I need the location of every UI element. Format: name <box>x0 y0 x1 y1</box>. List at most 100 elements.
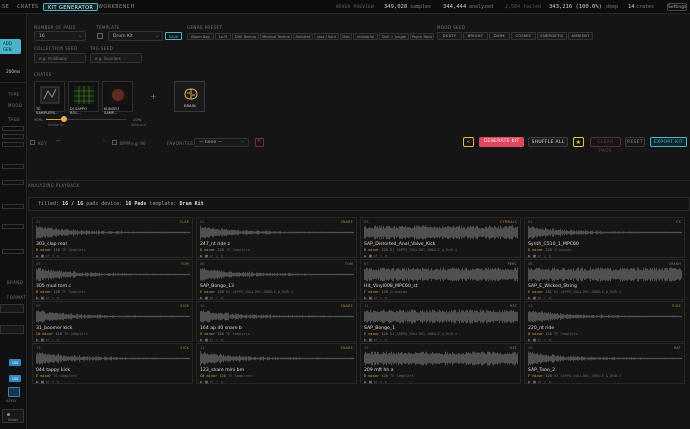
tab-kit-generator[interactable]: KIT GENERATOR <box>43 3 99 11</box>
waveform[interactable] <box>200 309 354 324</box>
sidebar-format-select[interactable] <box>0 304 24 313</box>
hover-preview-label[interactable]: HOVER PREVIEW <box>336 3 374 11</box>
brain-button[interactable]: BRAIN <box>174 81 205 112</box>
add-crate-button[interactable]: + <box>150 92 157 101</box>
waveform[interactable] <box>36 351 190 366</box>
bpm-checkbox[interactable] <box>112 140 117 145</box>
close-icon[interactable]: × <box>384 380 389 384</box>
sidebar-toggle-on[interactable]: ON <box>9 375 21 382</box>
waveform[interactable] <box>364 267 518 282</box>
reset-button[interactable]: RESET <box>625 137 645 147</box>
waveform[interactable] <box>364 309 518 324</box>
sidebar-tag-chip[interactable] <box>2 142 24 147</box>
tab-se[interactable]: SE <box>2 3 9 11</box>
waveform[interactable] <box>528 309 682 324</box>
sidebar-tag-chip[interactable] <box>2 134 24 139</box>
similarity-slider-handle[interactable] <box>61 116 67 122</box>
sidebar-apply-icon[interactable] <box>8 387 20 397</box>
crate-card[interactable]: KUNGFU SAMP... <box>102 81 133 115</box>
waveform[interactable] <box>36 309 190 324</box>
pad-card[interactable]: 04 FX Synth_C510_1_MPC60 D minor 128 Grimey… <box>524 217 685 258</box>
waveform[interactable] <box>528 351 682 366</box>
save-template-button[interactable]: SAVE <box>165 32 182 40</box>
settings-button[interactable]: Settings <box>667 3 687 11</box>
favorites-select[interactable]: — none — ⌄ <box>194 138 249 147</box>
tab-workbench[interactable]: WORKBENCH <box>98 3 135 11</box>
crate-card[interactable]: TE SAMPLERS... <box>34 81 65 115</box>
mood-chip-dark[interactable]: DARK <box>489 32 510 40</box>
waveform[interactable] <box>36 267 190 282</box>
genre-chip-drill-jungle[interactable]: Drill + Jungle <box>379 33 409 40</box>
close-icon[interactable]: × <box>548 380 553 384</box>
mood-chip-cosmic[interactable]: COSMIC <box>511 32 536 40</box>
sidebar-slider-box[interactable]: Slider <box>2 409 24 423</box>
pad-card[interactable]: 05 TOM 305 mud tom cD minor 126 TE Sampler… <box>32 259 193 300</box>
back-button[interactable]: < <box>463 137 474 147</box>
pad-card[interactable]: 13 KICK 044 tappy kick E minor TE Samplers ▶… <box>32 343 193 384</box>
mood-chip-dusty[interactable]: DUSTY <box>437 32 462 40</box>
star-button[interactable]: ★ <box>573 137 584 147</box>
waveform[interactable] <box>36 225 190 240</box>
pad-card[interactable]: 11 HAT SAP_Bongo_1 E minor 128 DJ_SAPPO_ROL… <box>360 301 521 342</box>
pad-card[interactable]: 15 HAT 209 mft hh aD minor 128 TE Samplers… <box>360 343 521 384</box>
shuffle-all-button[interactable]: SHUFFLE ALL <box>528 137 568 147</box>
close-icon[interactable]: × <box>56 254 61 258</box>
sidebar-accent-button[interactable]: ADD GEN <box>0 39 21 54</box>
close-icon[interactable]: × <box>384 338 389 342</box>
pad-card[interactable]: 09 KICK 31_boomer kick C# minor 116 TE Samp… <box>32 301 193 342</box>
waveform[interactable] <box>364 225 518 240</box>
pad-card[interactable]: 14 SNARE 123_snare mini bm C# minor 126 TE … <box>196 343 357 384</box>
key-checkbox[interactable] <box>30 140 35 145</box>
pad-card[interactable]: 07 PERC Hit_Vinyl008_MPC60_st F minor 128 G… <box>360 259 521 300</box>
sidebar-input[interactable] <box>0 325 24 334</box>
sidebar-tag-chip[interactable] <box>2 164 24 169</box>
sidebar-tag-chip[interactable] <box>2 180 24 185</box>
pad-card[interactable]: 16 HAT SAP_Toon_2 F minor 128 DJ_SAPPO_ROLL… <box>524 343 685 384</box>
genre-chip-drill-techno[interactable]: Drill Techno <box>232 33 259 40</box>
export-kit-button[interactable]: EXPORT KIT <box>650 137 687 147</box>
key-select[interactable]: — ⌄ <box>56 138 106 147</box>
pad-card[interactable]: 12 RIDE 220_nt ride D minor 128 TE Samplers… <box>524 301 685 342</box>
waveform[interactable] <box>528 225 682 240</box>
waveform[interactable] <box>200 267 354 282</box>
delete-favorite-button[interactable]: × <box>255 138 264 147</box>
genre-chip-minimal-techno[interactable]: Minimal Techno <box>260 33 292 40</box>
collection-seed-input[interactable] <box>34 53 86 63</box>
close-icon[interactable]: × <box>220 296 225 300</box>
waveform[interactable] <box>200 351 354 366</box>
folder-icon[interactable] <box>97 33 103 39</box>
genre-chip-boom-bap[interactable]: Boom Bap <box>187 33 214 40</box>
waveform[interactable] <box>200 225 354 240</box>
pad-card[interactable]: 08 CRASH SAP_E_Wicked_String E minor 181 DJ… <box>524 259 685 300</box>
tag-seed-input[interactable] <box>90 53 142 63</box>
template-select[interactable]: Drum Kit ⌄ <box>108 31 163 41</box>
waveform[interactable] <box>364 351 518 366</box>
clear-pads-button[interactable]: CLEAR PADS <box>590 137 621 154</box>
close-icon[interactable]: × <box>56 380 61 384</box>
close-icon[interactable]: × <box>220 338 225 342</box>
pad-card[interactable]: 06 TOM SAP_Bongo_13 E minor 126 DJ_SAPPO_RO… <box>196 259 357 300</box>
tab-crates[interactable]: CRATES <box>17 3 39 11</box>
sidebar-tag-chip[interactable] <box>2 249 24 254</box>
mood-chip-bright[interactable]: BRIGHT <box>463 32 488 40</box>
pad-card[interactable]: 02 SNARE 247_nt ride zD minor 128 TE Sampl… <box>196 217 357 258</box>
genre-chip-dub[interactable]: Dub <box>340 33 352 40</box>
close-icon[interactable]: × <box>548 296 553 300</box>
genre-chip-psych-rock[interactable]: Psych Rock <box>410 33 434 40</box>
pad-card[interactable]: 01 CLAP 303_clap real D minor 116 TE Sample… <box>32 217 193 258</box>
pad-card[interactable]: 03 CYMBALS SAP_Distorted_Anal_Valve_Kick D … <box>360 217 521 258</box>
close-icon[interactable]: × <box>548 338 553 342</box>
close-icon[interactable]: × <box>548 254 553 258</box>
generate-kit-button[interactable]: GENERATE KIT <box>479 137 524 147</box>
close-icon[interactable]: × <box>384 254 389 258</box>
num-pads-select[interactable]: 16 ⌄ <box>34 31 86 41</box>
genre-chip-jazz-soul[interactable]: Jazz / Soul <box>314 33 339 40</box>
sidebar-tag-chip[interactable] <box>2 126 24 131</box>
mood-chip-energetic[interactable]: ENERGETIC <box>537 32 567 40</box>
genre-chip-ambient[interactable]: Ambient <box>293 33 313 40</box>
sidebar-toggle-on[interactable]: ON <box>9 359 21 366</box>
close-icon[interactable]: × <box>220 254 225 258</box>
mood-chip-ambient[interactable]: AMBIENT <box>568 32 593 40</box>
close-icon[interactable]: × <box>56 296 61 300</box>
waveform[interactable] <box>528 267 682 282</box>
